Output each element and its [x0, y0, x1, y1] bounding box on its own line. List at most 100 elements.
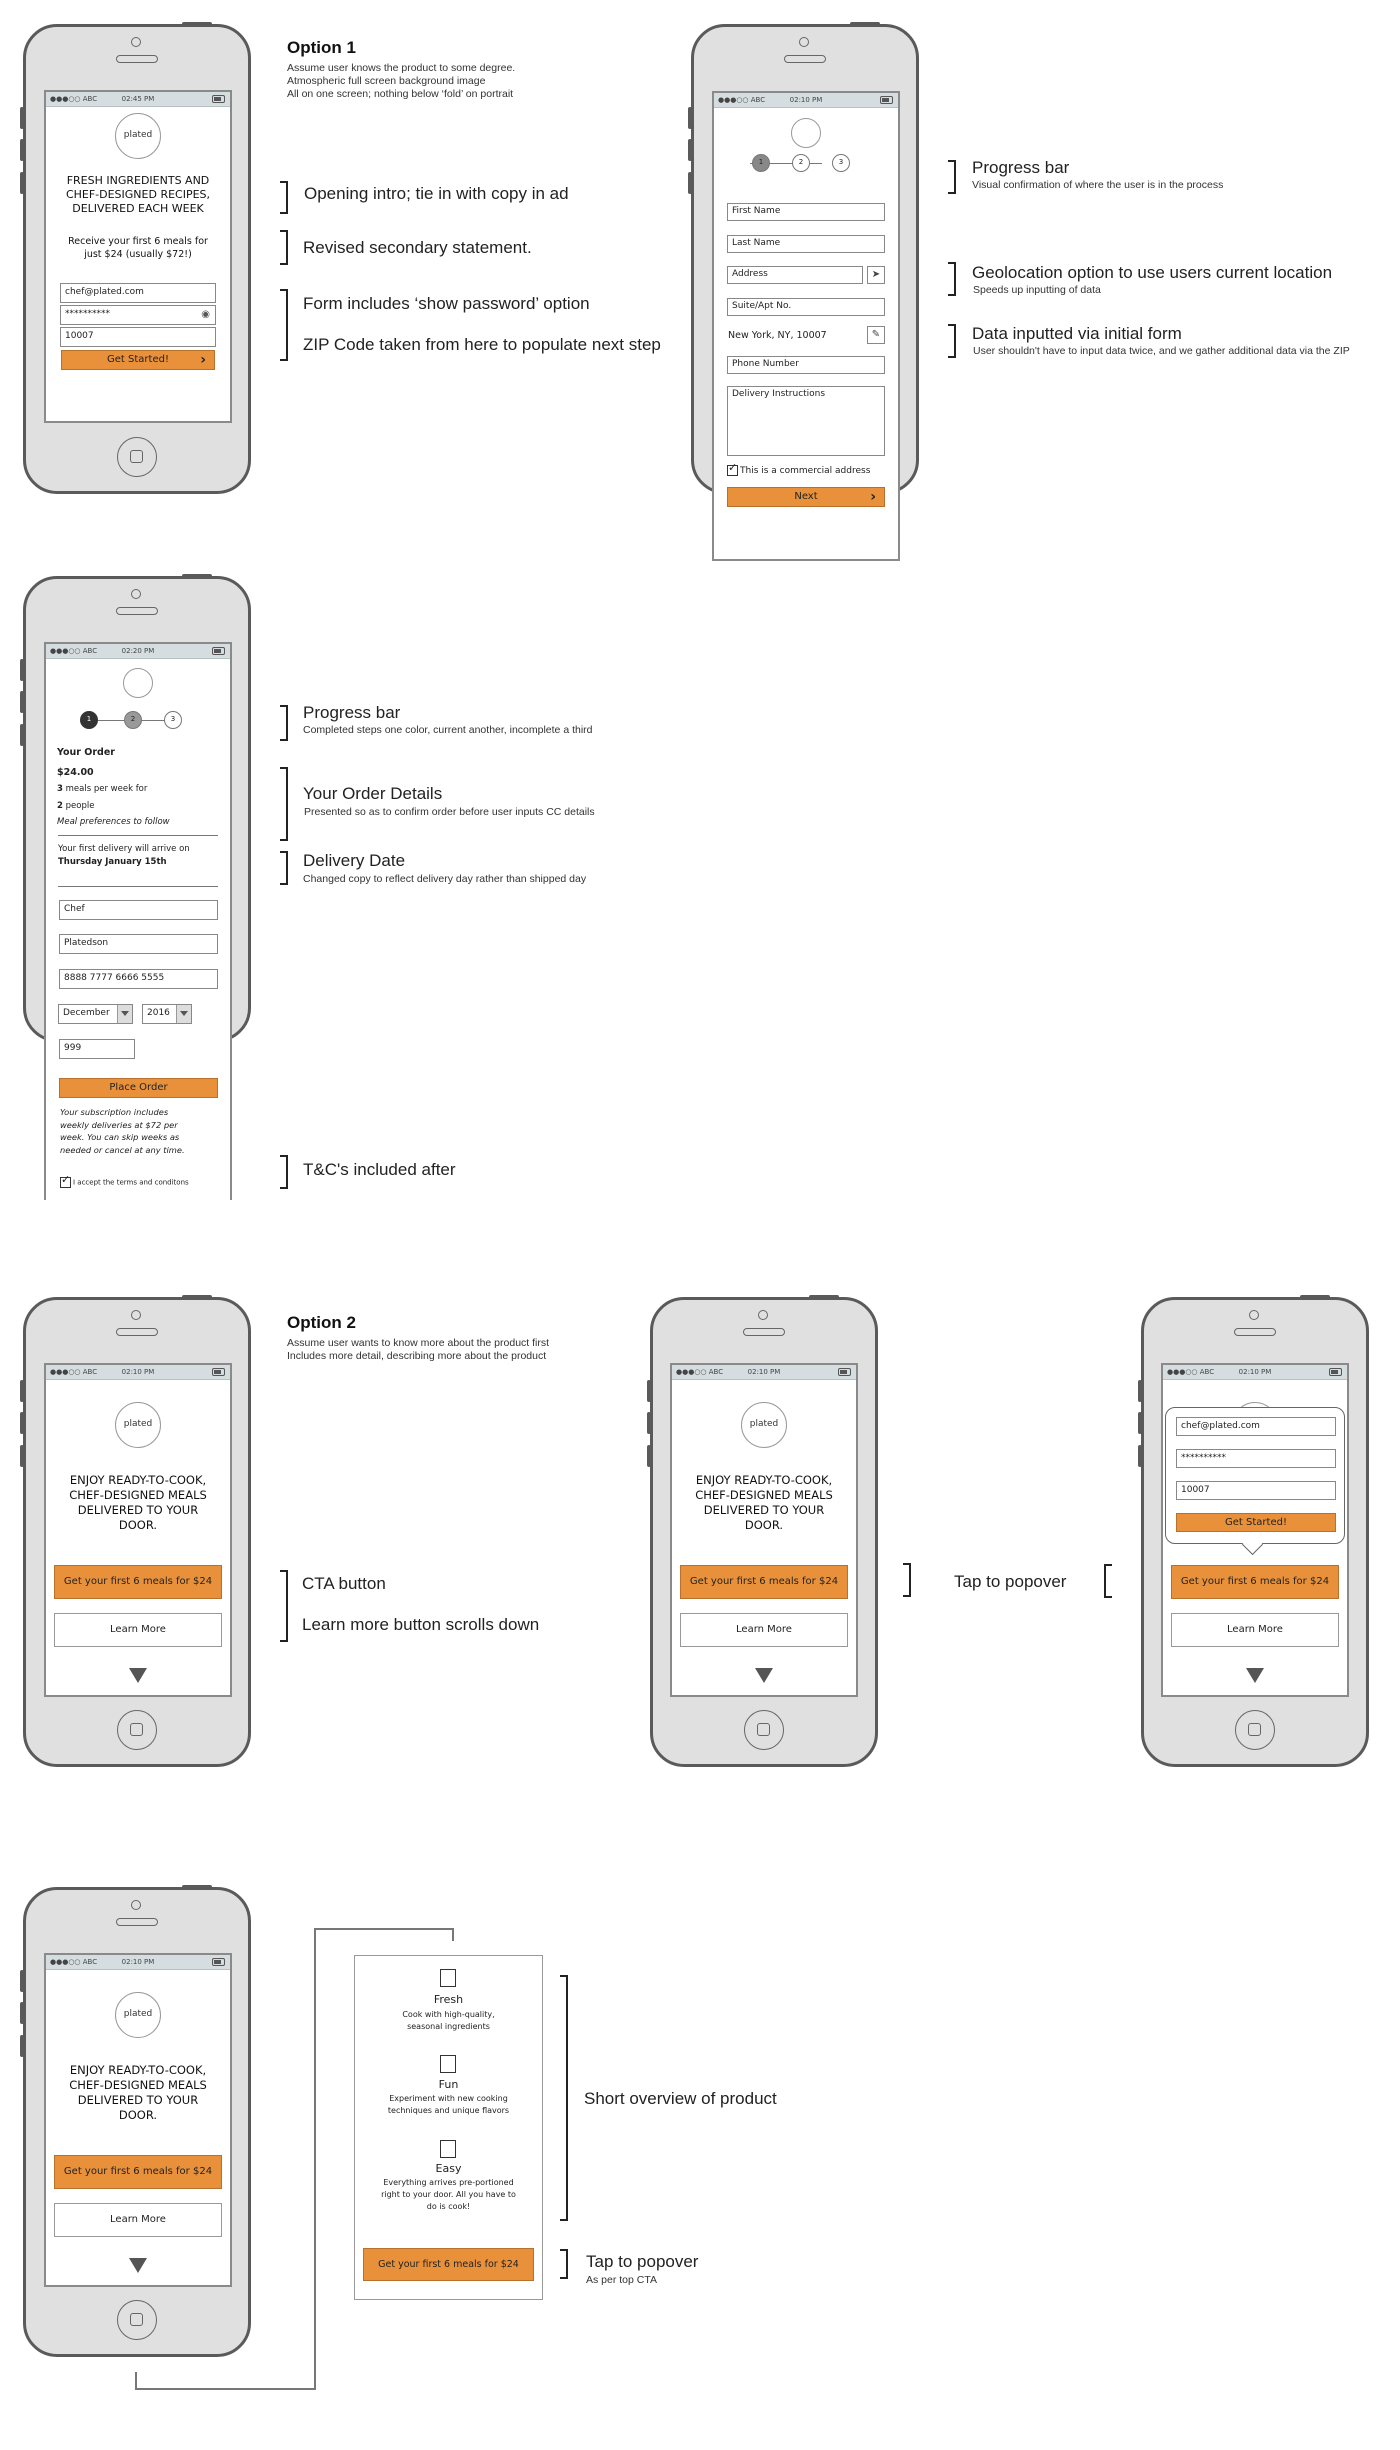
screen-step1: ●●●○○ ABC 02:10 PM 1 2 3 First Name Last…	[712, 91, 900, 561]
popover-get-started-button[interactable]: Get Started!	[1176, 1513, 1336, 1532]
popover-password-field[interactable]: **********	[1176, 1449, 1336, 1468]
meal-preferences: Meal preferences to follow	[57, 817, 170, 827]
suite-field[interactable]: Suite/Apt No.	[727, 298, 885, 316]
feature-easy-icon	[440, 2140, 456, 2158]
camera-icon	[131, 1900, 141, 1910]
annotation-bracket	[1104, 1564, 1112, 1598]
next-button[interactable]: Next ›	[727, 487, 885, 507]
speaker-icon	[1234, 1328, 1276, 1336]
cvv-field[interactable]: 999	[59, 1039, 135, 1059]
dropdown-arrow-icon	[176, 1005, 191, 1023]
get-started-button[interactable]: Get Started! ›	[61, 350, 215, 370]
email-field[interactable]: chef@plated.com	[60, 283, 216, 303]
battery-icon	[212, 1958, 225, 1966]
cta-get-meals-button[interactable]: Get your first 6 meals for $24	[680, 1565, 848, 1599]
progress-step-1: 1	[752, 154, 770, 172]
headline-line: CHEF-DESIGNED MEALS	[69, 2078, 207, 2092]
people-text: people	[65, 801, 95, 811]
learn-more-button[interactable]: Learn More	[54, 1613, 222, 1647]
commercial-address-checkbox[interactable]: This is a commercial address	[727, 461, 870, 476]
learn-more-button[interactable]: Learn More	[1171, 1613, 1339, 1647]
signup-popover: chef@plated.com ********** 10007 Get Sta…	[1165, 1407, 1345, 1544]
overview-cta-button[interactable]: Get your first 6 meals for $24	[363, 2248, 534, 2281]
cta-get-meals-button[interactable]: Get your first 6 meals for $24	[54, 1565, 222, 1599]
popover-zip-field[interactable]: 10007	[1176, 1481, 1336, 1500]
zip-field[interactable]: 10007	[60, 327, 216, 347]
home-button[interactable]	[1235, 1710, 1275, 1750]
scroll-down-arrow-icon[interactable]	[129, 2258, 147, 2273]
password-value: **********	[65, 309, 110, 319]
learn-more-button[interactable]: Learn More	[680, 1613, 848, 1647]
learn-more-button[interactable]: Learn More	[54, 2203, 222, 2237]
show-password-eye-icon[interactable]: ◉	[201, 306, 210, 323]
home-button[interactable]	[117, 1710, 157, 1750]
headline-line: DELIVERED TO YOUR	[77, 2093, 199, 2107]
geolocation-icon[interactable]: ➤	[867, 266, 885, 284]
headline-line: FRESH INGREDIENTS AND	[66, 174, 210, 187]
feature-desc-line: Cook with high-quality,	[402, 2010, 495, 2019]
scroll-down-arrow-icon[interactable]	[1246, 1668, 1264, 1683]
connector-line	[135, 2372, 137, 2389]
annotation-bracket	[280, 705, 288, 741]
delivery-instructions-field[interactable]: Delivery Instructions	[727, 386, 885, 456]
cc-first-name-field[interactable]: Chef	[59, 900, 218, 920]
status-time: 02:20 PM	[121, 647, 155, 655]
battery-icon	[212, 95, 225, 103]
scroll-down-arrow-icon[interactable]	[129, 1668, 147, 1683]
screen-option2-popover: ●●●○○ ABC 02:10 PM chef@plated.com *****…	[1161, 1363, 1349, 1697]
subscription-line: week. You can skip weeks as	[60, 1132, 180, 1142]
first-name-field[interactable]: First Name	[727, 203, 885, 221]
home-button[interactable]	[117, 437, 157, 477]
terms-checkbox[interactable]: I accept the terms and conditons	[60, 1173, 189, 1188]
phone-number-field[interactable]: Phone Number	[727, 356, 885, 374]
annotation-bracket	[280, 181, 288, 214]
card-number-field[interactable]: 8888 7777 6666 5555	[59, 969, 218, 989]
annotation-bracket	[560, 2249, 568, 2279]
status-bar: ●●●○○ ABC 02:10 PM	[1163, 1365, 1347, 1380]
status-time: 02:45 PM	[121, 95, 155, 103]
headline-line: DOOR.	[118, 2108, 158, 2122]
annotation-title: T&C's included after	[303, 1160, 456, 1179]
screen-step2: ●●●○○ ABC 02:20 PM 1 2 3 Your Order $24.…	[44, 642, 232, 1200]
cta-get-meals-button[interactable]: Get your first 6 meals for $24	[1171, 1565, 1339, 1599]
connector-line	[314, 1928, 454, 1930]
annotation-bracket	[280, 289, 288, 361]
status-time: 02:10 PM	[747, 1368, 781, 1376]
status-bar: ●●●○○ ABC 02:45 PM	[46, 92, 230, 107]
last-name-field[interactable]: Last Name	[727, 235, 885, 253]
annotation-title: Form includes ‘show password’ option	[303, 294, 590, 313]
subheadline: Receive your first 6 meals for just $24 …	[52, 235, 224, 261]
annotation-subtitle: Presented so as to confirm order before …	[304, 806, 595, 818]
home-button[interactable]	[117, 2300, 157, 2340]
subscription-line: needed or cancel at any time.	[60, 1144, 185, 1155]
status-bar: ●●●○○ ABC 02:10 PM	[672, 1365, 856, 1380]
scroll-down-arrow-icon[interactable]	[755, 1668, 773, 1683]
order-title: Your Order	[57, 747, 115, 758]
cc-last-name-field[interactable]: Platedson	[59, 934, 218, 954]
annotation-title: Opening intro; tie in with copy in ad	[304, 184, 569, 203]
feature-title: Fresh	[433, 1993, 464, 2006]
camera-icon	[131, 37, 141, 47]
address-field[interactable]: Address	[727, 266, 863, 284]
expiry-year-select[interactable]: 2016	[142, 1004, 192, 1024]
annotation-title: Geolocation option to use users current …	[972, 263, 1333, 282]
annotation-subtitle: Completed steps one color, current anoth…	[303, 724, 593, 736]
screen-option2-a: ●●●○○ ABC 02:10 PM plated ENJOY READY-TO…	[44, 1363, 232, 1697]
annotation-title: Progress bar	[972, 158, 1070, 177]
edit-pencil-icon[interactable]: ✎	[867, 326, 885, 344]
place-order-button[interactable]: Place Order	[59, 1078, 218, 1098]
popover-email-field[interactable]: chef@plated.com	[1176, 1417, 1336, 1436]
feature-fresh-icon	[440, 1969, 456, 1987]
option1-note: All on one screen; nothing below ‘fold’ …	[287, 88, 514, 100]
home-button[interactable]	[744, 1710, 784, 1750]
expiry-month-select[interactable]: December	[58, 1004, 133, 1024]
option2-note: Includes more detail, describing more ab…	[287, 1350, 547, 1362]
headline-line: ENJOY READY-TO-COOK,	[695, 1473, 833, 1487]
status-time: 02:10 PM	[121, 1958, 155, 1966]
speaker-icon	[116, 55, 158, 63]
annotation-title: Delivery Date	[303, 851, 406, 870]
feature-desc-line: seasonal ingredients	[407, 2022, 490, 2031]
option2-note: Assume user wants to know more about the…	[287, 1337, 550, 1349]
cta-get-meals-button[interactable]: Get your first 6 meals for $24	[54, 2155, 222, 2189]
password-field[interactable]: ********** ◉	[60, 305, 216, 325]
